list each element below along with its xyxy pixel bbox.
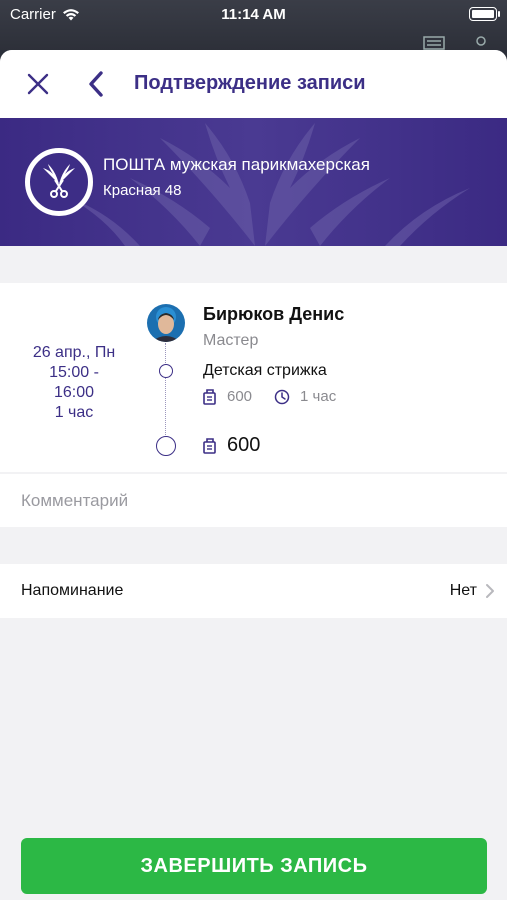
background-app-icons — [423, 36, 487, 50]
nav-bar: Подтверждение записи — [0, 50, 507, 118]
complete-booking-button[interactable]: ЗАВЕРШИТЬ ЗАПИСЬ — [21, 838, 487, 894]
appointment-time-start: 15:00 - — [49, 364, 99, 381]
close-icon[interactable] — [26, 72, 50, 96]
service-meta: 600 1 час — [203, 388, 336, 405]
booking-confirmation-sheet: Подтверждение записи ПОШТА мужская парик… — [0, 50, 507, 900]
service-duration: 1 час — [300, 388, 337, 405]
reminder-value: Нет — [449, 582, 477, 599]
service-name: Детская стрижка — [203, 362, 327, 379]
battery-icon — [469, 7, 500, 21]
master-avatar — [147, 304, 185, 342]
salon-name: ПОШТА мужская парикмахерская — [103, 155, 370, 174]
page-title: Подтверждение записи — [134, 72, 366, 94]
master-role: Мастер — [203, 332, 259, 349]
salon-address: Красная 48 — [103, 182, 182, 199]
appointment-date: 26 апр., Пн — [32, 344, 116, 361]
reminder-row[interactable]: Напоминание Нет — [0, 564, 507, 618]
clock: 11:14 AM — [221, 6, 286, 23]
total-price: 600 — [203, 434, 260, 457]
document-icon — [423, 36, 445, 50]
salon-logo — [25, 148, 93, 216]
status-bar: Carrier 11:14 AM — [0, 0, 507, 50]
pin-icon — [476, 36, 486, 46]
timeline-node-total — [156, 436, 176, 456]
price-tag-icon — [203, 388, 216, 405]
salon-header: ПОШТА мужская парикмахерская Красная 48 — [0, 118, 507, 246]
timeline-line — [165, 343, 166, 443]
appointment-card: 26 апр., Пн 15:00 - 16:00 1 час Бирюков … — [0, 283, 507, 472]
price-tag-icon — [203, 437, 216, 454]
reminder-label: Напоминание — [21, 582, 124, 599]
clock-icon — [274, 389, 290, 404]
chevron-right-icon — [486, 584, 494, 598]
comment-input[interactable] — [0, 474, 507, 527]
total-amount: 600 — [227, 434, 261, 456]
winged-scissors-icon — [43, 164, 75, 198]
appointment-duration: 1 час — [54, 404, 94, 421]
avatar-image — [147, 304, 185, 342]
appointment-datetime: 26 апр., Пн 15:00 - 16:00 1 час — [14, 343, 134, 423]
timeline-node-service — [159, 364, 173, 378]
service-price: 600 — [227, 388, 253, 405]
master-name: Бирюков Денис — [203, 304, 345, 324]
appointment-time-end: 16:00 — [53, 384, 95, 401]
chevron-left-icon[interactable] — [86, 70, 106, 98]
